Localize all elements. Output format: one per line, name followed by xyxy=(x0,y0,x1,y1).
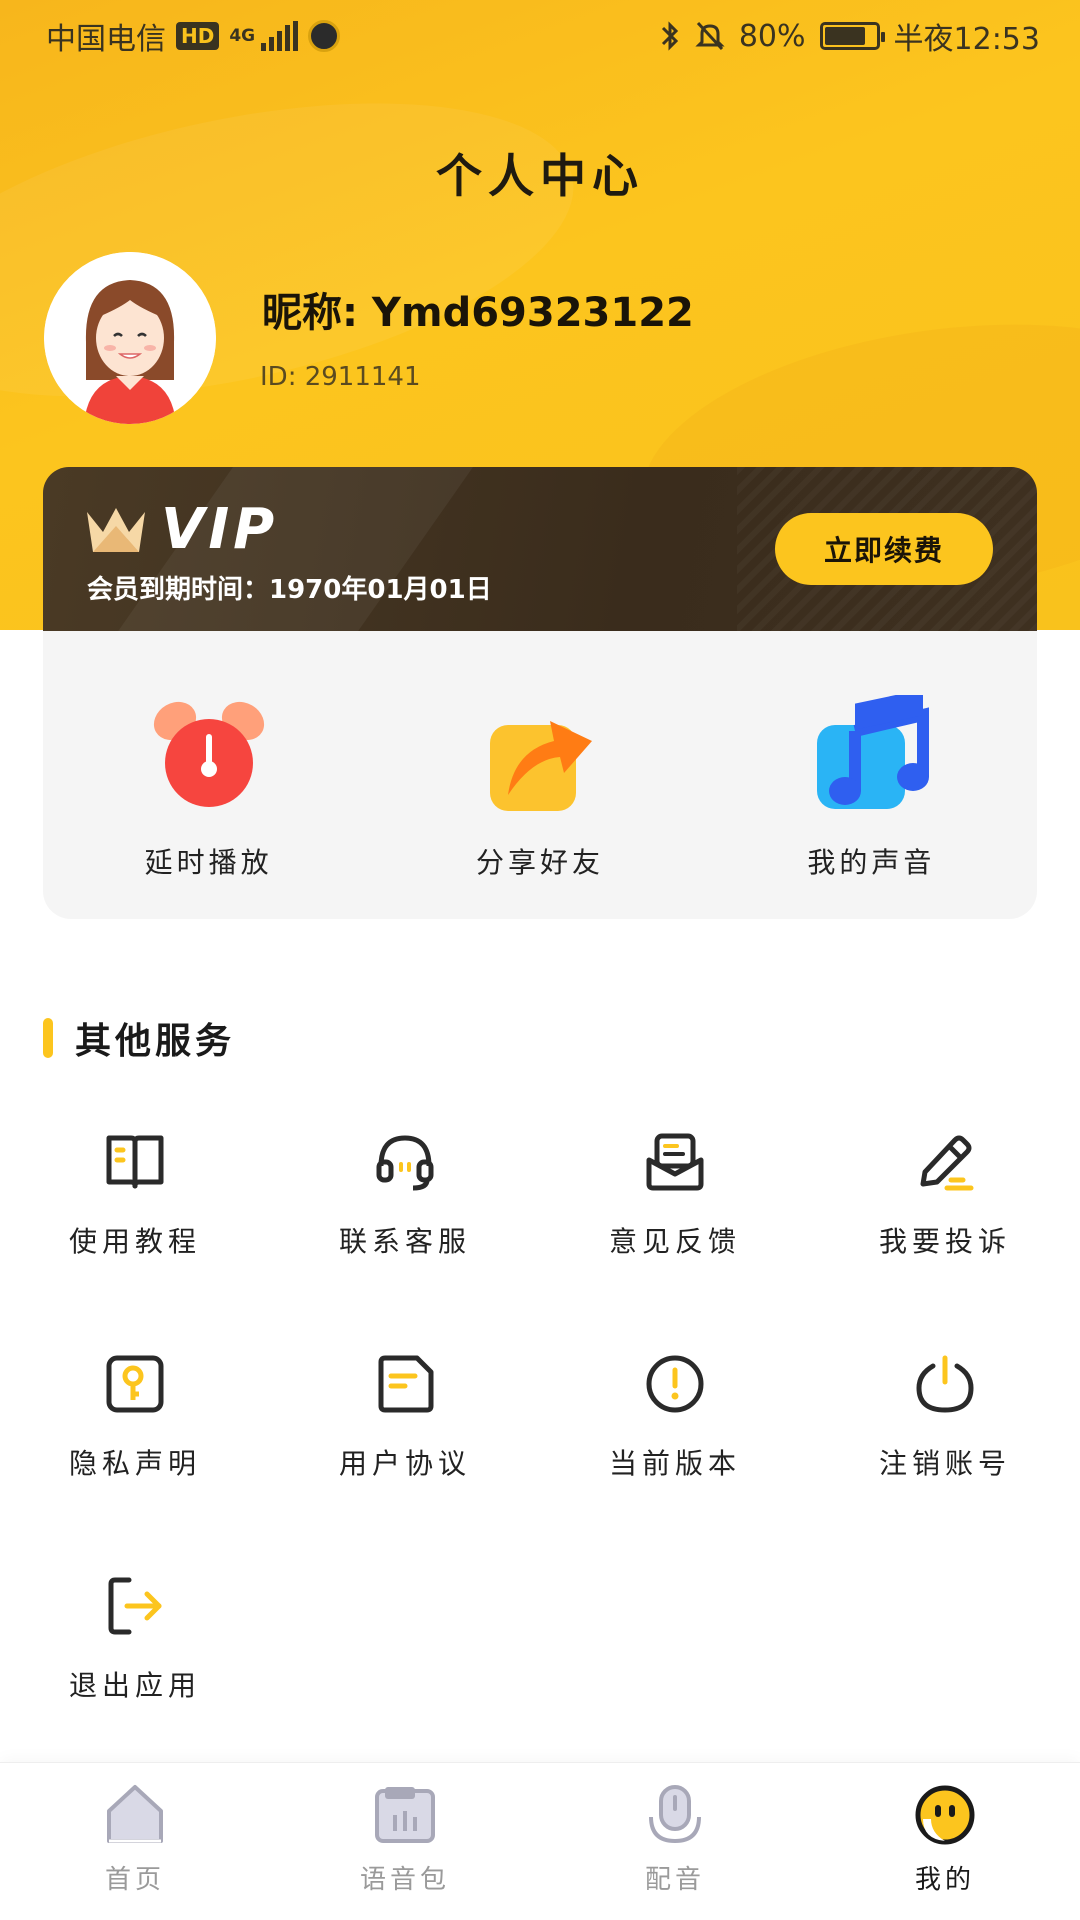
tool-label: 延时播放 xyxy=(144,846,273,879)
smiley-icon xyxy=(915,1785,975,1845)
vip-label: VIP xyxy=(161,497,279,562)
tool-delayed-play[interactable]: 延时播放 xyxy=(43,631,374,919)
nav-voice-pack[interactable]: 语音包 xyxy=(270,1763,540,1920)
nickname: 昵称: Ymd69323122 xyxy=(262,290,694,336)
service-feedback[interactable]: 意见反馈 xyxy=(540,1130,810,1260)
status-bar: 中国电信 HD 4G 80% 半夜12:53 xyxy=(0,0,1080,72)
service-label: 联系客服 xyxy=(338,1225,471,1258)
section-title: 其他服务 xyxy=(75,1021,236,1062)
key-icon xyxy=(106,1355,164,1413)
service-label: 使用教程 xyxy=(68,1225,201,1258)
renew-button[interactable]: 立即续费 xyxy=(775,513,993,585)
vip-expiry-text: 会员到期时间：1970年01月01日 xyxy=(87,575,492,605)
logout-icon xyxy=(108,1577,162,1635)
mail-feedback-icon xyxy=(646,1133,704,1191)
nav-label: 首页 xyxy=(104,1865,165,1895)
power-icon xyxy=(916,1355,974,1413)
avatar[interactable] xyxy=(44,252,216,424)
tool-label: 我的声音 xyxy=(807,846,936,879)
headset-icon xyxy=(376,1135,434,1191)
network-type: 4G xyxy=(229,25,256,46)
user-id: ID: 2911141 xyxy=(260,362,421,392)
service-user-agreement[interactable]: 用户协议 xyxy=(270,1352,540,1482)
hd-badge: HD xyxy=(176,22,220,50)
book-icon xyxy=(106,1135,164,1189)
info-circle-icon xyxy=(646,1355,704,1413)
service-label: 隐私声明 xyxy=(68,1447,201,1480)
service-delete-account[interactable]: 注销账号 xyxy=(810,1352,1080,1482)
crown-icon xyxy=(87,507,145,552)
bottom-nav: 首页 语音包 配音 我的 xyxy=(0,1762,1080,1920)
document-icon xyxy=(378,1355,434,1413)
page-title: 个人中心 xyxy=(436,149,644,203)
service-label: 用户协议 xyxy=(338,1447,471,1480)
voice-pack-icon xyxy=(375,1787,435,1843)
section-accent-bar xyxy=(43,1018,53,1058)
other-services-heading: 其他服务 xyxy=(43,1012,235,1064)
service-privacy[interactable]: 隐私声明 xyxy=(0,1352,270,1482)
vip-logo: VIP xyxy=(85,497,278,562)
services-grid: 使用教程 联系客服 意见反馈 我要投诉 隐私声明 用户协议 当前版本 注销账号 … xyxy=(0,1130,1080,1704)
carrier-label: 中国电信 xyxy=(46,22,166,57)
nav-dubbing[interactable]: 配音 xyxy=(540,1763,810,1920)
service-label: 意见反馈 xyxy=(608,1225,741,1258)
nav-label: 语音包 xyxy=(359,1865,450,1895)
service-label: 我要投诉 xyxy=(878,1225,1011,1258)
nav-label: 配音 xyxy=(644,1865,705,1895)
nav-home[interactable]: 首页 xyxy=(0,1763,270,1920)
battery-percent: 80% xyxy=(738,18,806,54)
service-tutorial[interactable]: 使用教程 xyxy=(0,1130,270,1260)
bluetooth-icon xyxy=(661,21,678,51)
battery-icon xyxy=(819,22,885,50)
tool-share-friends[interactable]: 分享好友 xyxy=(374,631,705,919)
service-complaint[interactable]: 我要投诉 xyxy=(810,1130,1080,1260)
quick-tools-card: 延时播放 分享好友 我的声音 xyxy=(43,631,1037,919)
pencil-icon xyxy=(920,1135,974,1191)
service-label: 当前版本 xyxy=(608,1447,741,1480)
service-exit-app[interactable]: 退出应用 xyxy=(0,1574,270,1704)
music-note-icon xyxy=(817,695,930,809)
service-version[interactable]: 当前版本 xyxy=(540,1352,810,1482)
share-arrow-icon xyxy=(489,721,592,811)
microphone-icon xyxy=(649,1785,701,1844)
tool-label: 分享好友 xyxy=(475,846,604,879)
app-notification-icon xyxy=(308,20,341,52)
service-label: 注销账号 xyxy=(878,1447,1011,1480)
service-contact-support[interactable]: 联系客服 xyxy=(270,1130,540,1260)
nav-label: 我的 xyxy=(914,1865,975,1895)
tool-my-voice[interactable]: 我的声音 xyxy=(706,631,1037,919)
mute-bell-icon xyxy=(695,21,725,51)
clock: 半夜12:53 xyxy=(893,22,1040,57)
vip-card: VIP 会员到期时间：1970年01月01日 立即续费 xyxy=(43,467,1037,631)
alarm-clock-icon xyxy=(153,701,264,807)
signal-icon xyxy=(261,21,299,51)
home-icon xyxy=(107,1785,163,1843)
service-label: 退出应用 xyxy=(68,1669,201,1702)
nav-mine[interactable]: 我的 xyxy=(810,1763,1080,1920)
